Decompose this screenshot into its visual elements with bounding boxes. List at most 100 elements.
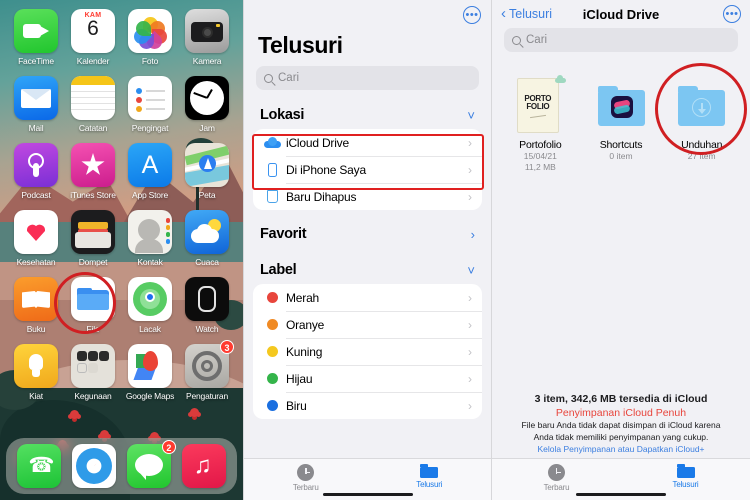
app-mail[interactable]: Mail [10,76,62,133]
app-app-store[interactable]: A App Store [124,143,176,200]
app-pengingat[interactable]: Pengingat [124,76,176,133]
app-row-6: Kiat Kegunaan Google Maps 3 Pengaturan [10,340,234,401]
tab-telusuri[interactable]: Telusuri [621,464,750,489]
app-kamera[interactable]: Kamera [181,9,233,66]
label-item-oranye[interactable]: Oranye › [253,311,482,338]
app-label: Pengingat [131,123,169,133]
browse-folder-icon [420,464,439,478]
tab-terbaru[interactable]: Terbaru [492,464,621,492]
chevron-right-icon: › [468,371,472,386]
app-kesehatan[interactable]: Kesehatan [10,210,62,267]
chevron-down-icon[interactable]: ˅ [467,108,475,123]
search-input[interactable]: Cari [504,28,738,52]
app-itunes-store[interactable]: iTunes Store [67,143,119,200]
app-label: iTunes Store [70,190,116,200]
tab-telusuri[interactable]: Telusuri [368,464,492,489]
app-label: Cuaca [195,257,219,267]
app-pengaturan[interactable]: 3 Pengaturan [181,340,234,401]
app-peta[interactable]: Peta [181,143,233,200]
chevron-right-icon: › [468,189,472,204]
search-icon [512,35,521,45]
label-item-merah[interactable]: Merah › [253,284,482,311]
photos-icon [128,9,172,53]
app-jam[interactable]: Jam [181,76,233,133]
dock-app-musik[interactable]: ♫ [181,444,226,488]
app-row-3: Podcast iTunes Store A App Store Peta [10,143,233,200]
tab-terbaru[interactable]: Terbaru [244,464,368,492]
chevron-down-icon[interactable]: ˅ [467,263,475,278]
more-options-button[interactable]: ••• [463,6,481,24]
sidebar-item-icloud-drive[interactable]: iCloud Drive › [253,129,482,156]
maps-icon [185,143,229,187]
tab-label: Terbaru [292,483,319,492]
app-podcast[interactable]: Podcast [10,143,62,200]
section-title: Favorit [260,226,307,242]
app-foto[interactable]: Foto [124,9,176,66]
recents-clock-icon [548,464,565,481]
search-input[interactable]: Cari [256,66,479,90]
recents-clock-icon [297,464,315,481]
app-google-maps[interactable]: Google Maps [124,344,176,401]
chevron-right-icon: › [468,162,472,177]
app-lacak[interactable]: Lacak [124,277,176,334]
row-label: Oranye [286,317,325,332]
chevron-right-icon: › [468,135,472,150]
notes-icon [71,76,115,120]
more-options-button[interactable]: ••• [723,5,741,23]
dock-app-telepon[interactable]: ☎ [17,444,62,488]
app-kiat[interactable]: Kiat [10,344,62,401]
label-item-biru[interactable]: Biru › [253,392,482,419]
app-kontak[interactable]: Kontak [124,210,176,267]
manage-storage-link[interactable]: Kelola Penyimpanan atau Dapatkan iCloud+ [492,444,750,454]
section-header-lokasi[interactable]: Lokasi ˅ [244,102,491,129]
app-kegunaan[interactable]: Kegunaan [67,344,119,401]
chevron-right-icon: › [468,398,472,413]
sidebar-item-baru-dihapus[interactable]: Baru Dihapus › [253,183,482,210]
app-watch[interactable]: Watch [181,277,233,334]
storage-summary: 3 item, 342,6 MB tersedia di iCloud [534,393,708,405]
row-label: Hijau [286,371,313,386]
app-label: Kamera [192,56,222,66]
app-cuaca[interactable]: Cuaca [181,210,233,267]
app-label: FaceTime [18,56,54,66]
app-label: Kontak [137,257,163,267]
icloud-icon [262,137,282,148]
file-item-portofolio[interactable]: PORTO FOLIO Portofolio 15/04/21 11,2 MB [500,75,581,173]
search-icon [264,73,273,83]
app-label: Mail [28,123,44,133]
unduhan-highlight-circle [655,63,747,155]
app-label: Peta [198,190,216,200]
app-label: Catatan [78,123,108,133]
label-item-hijau[interactable]: Hijau › [253,365,482,392]
section-header-favorit[interactable]: Favorit › [244,210,491,248]
label-item-kuning[interactable]: Kuning › [253,338,482,365]
dock-app-pesan[interactable]: 2 [126,440,176,488]
books-icon [14,277,58,321]
iphone-icon [262,162,282,177]
app-row-4: Kesehatan Dompet Kontak Cuaca [10,210,233,267]
music-icon: ♫ [181,444,226,488]
section-header-label[interactable]: Label ˅ [244,248,491,284]
sidebar-item-di-iphone-saya[interactable]: Di iPhone Saya › [253,156,482,183]
app-dompet[interactable]: Dompet [67,210,119,267]
clock-icon [185,76,229,120]
contacts-icon [128,210,172,254]
file-item-shortcuts[interactable]: Shortcuts 0 item [581,78,662,173]
row-label: Biru [286,398,307,413]
trash-icon [262,187,282,203]
icloud-drive-panel: ‹ Telusuri iCloud Drive ••• Cari PORTO F… [491,0,750,500]
app-label: Podcast [21,190,51,200]
chevron-right-icon[interactable]: › [471,227,475,242]
app-catatan[interactable]: Catatan [67,76,119,133]
storage-description-1: File baru Anda tidak dapat disimpan di i… [521,420,721,430]
camera-icon [185,9,229,53]
settings-badge: 3 [220,340,234,354]
phone-icon: ☎ [17,444,62,488]
app-facetime[interactable]: FaceTime [10,9,62,66]
google-maps-icon [128,344,172,388]
storage-info: 3 item, 342,6 MB tersedia di iCloud Peny… [492,393,750,454]
itunes-store-icon [71,143,115,187]
app-kalender[interactable]: KAM 6 Kalender [67,9,119,66]
dock-app-safari[interactable] [72,444,117,488]
wallpaper-flower-5 [190,408,199,417]
